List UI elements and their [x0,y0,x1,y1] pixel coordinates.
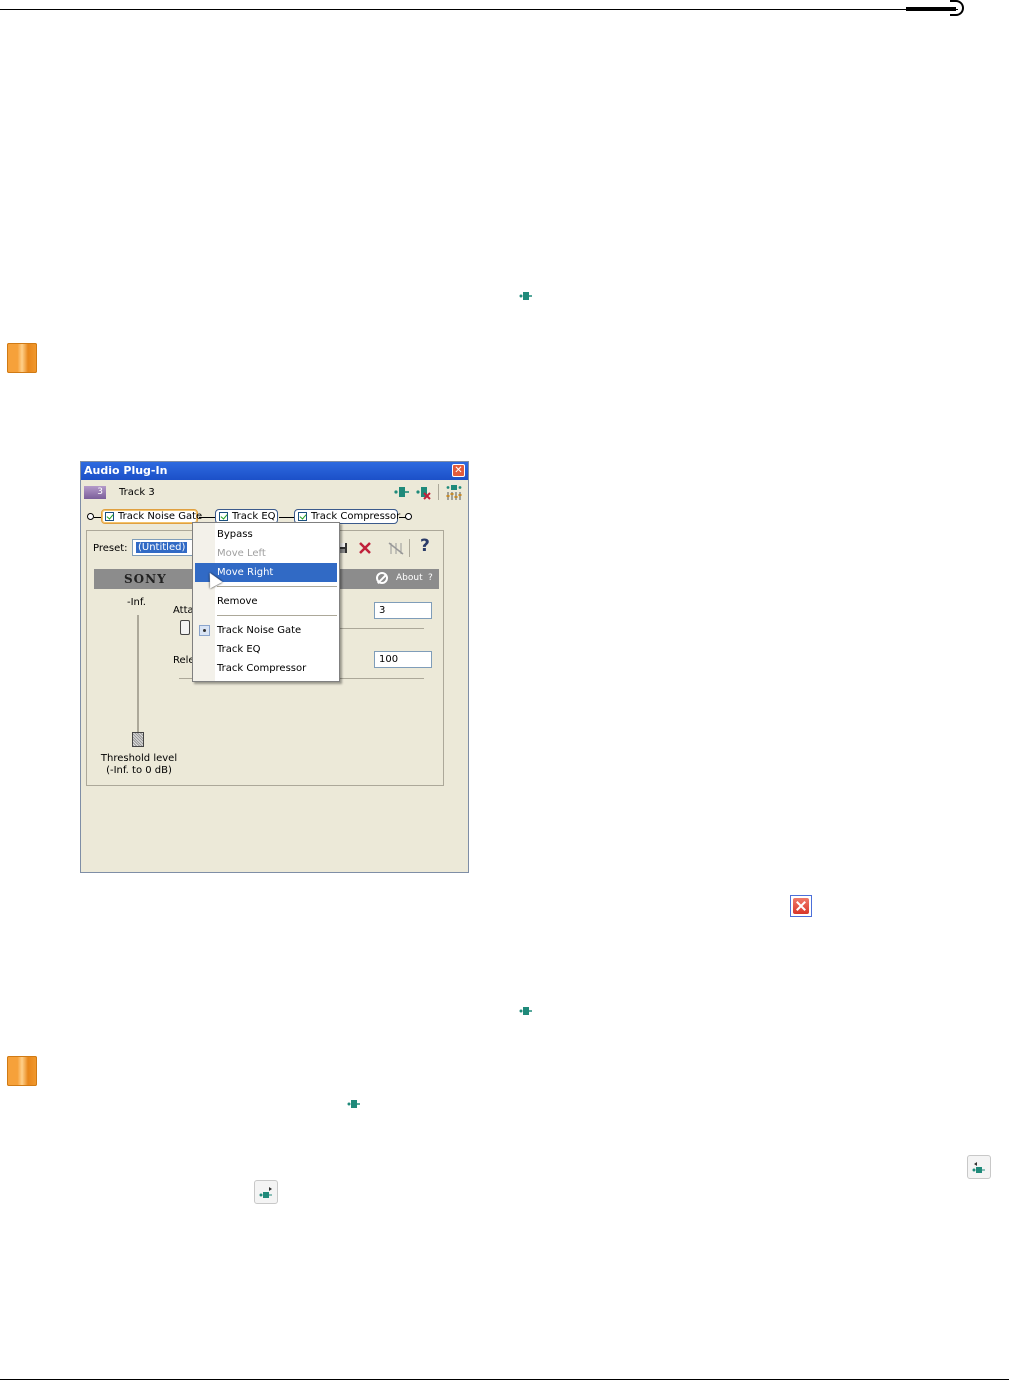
menu-item-plugin-noise-gate[interactable]: Track Noise Gate [193,621,339,640]
plugin-chain-button[interactable] [394,486,410,498]
bypass-icon[interactable] [376,572,388,584]
plugin-chain-icon [519,292,532,300]
plugin-label: Track Compressor [311,511,401,522]
sony-logo: SONY [124,572,167,586]
plugin-label: Track Noise Gate [118,511,203,522]
menu-item-plugin-eq[interactable]: Track EQ [193,640,339,659]
close-icon [790,895,812,917]
note-icon [7,1056,37,1086]
menu-item-move-left[interactable]: Move Left [193,544,339,563]
menu-item-remove[interactable]: Remove [193,592,339,611]
selected-radio-icon [199,625,210,636]
plugin-chain-icon [347,1100,360,1108]
bypass-toggle-icon[interactable] [388,541,404,555]
threshold-label-line2: (-Inf. to 0 dB) [106,765,172,776]
note-icon [7,343,37,373]
plugin-label: Track EQ [232,511,276,522]
threshold-max-label: -Inf. [127,597,146,608]
help-button[interactable]: ? [420,536,430,556]
toolbar-divider [409,539,410,557]
remove-plugin-button[interactable] [416,486,432,500]
plugin-enabled-checkbox[interactable] [219,512,228,521]
chain-start-node [87,513,94,520]
header-rule [0,9,958,10]
about-help[interactable]: ? [428,573,433,583]
menu-item-plugin-compressor[interactable]: Track Compressor [193,659,339,678]
window-close-button[interactable]: ✕ [452,464,465,477]
delete-preset-button[interactable] [358,541,372,555]
menu-item-bypass[interactable]: Bypass [193,525,339,544]
window-title: Audio Plug-In [81,462,468,480]
plugin-chain-icon [519,1007,532,1015]
attack-slider-thumb[interactable] [180,620,190,635]
chain-connector [279,517,294,518]
chain-end-node [405,513,412,520]
move-plugin-left-icon [967,1155,991,1179]
plugin-enabled-checkbox[interactable] [298,512,307,521]
attack-label: Atta [173,605,194,616]
release-input[interactable]: 100 [374,651,432,668]
plugin-enabled-checkbox[interactable] [105,512,114,521]
header-rule-accent [906,7,956,11]
about-link[interactable]: About [396,573,423,583]
chain-plugin-noise-gate[interactable]: Track Noise Gate [101,509,202,524]
menu-separator [217,615,337,616]
header-curl [950,0,964,16]
threshold-slider-thumb[interactable] [132,732,144,747]
threshold-slider-track [137,615,139,737]
mixer-icon[interactable] [445,484,463,501]
threshold-label: Threshold level (-Inf. to 0 dB) [87,753,191,777]
attack-input[interactable]: 3 [374,602,432,619]
plugin-context-menu: Bypass Move Left Move Right Remove Track… [192,522,340,682]
track-number-badge: 3 [84,486,106,499]
track-name: Track 3 [119,487,155,498]
preset-value: (Untitled) [136,542,188,553]
threshold-label-line1: Threshold level [100,753,178,764]
attack-slider-track [327,628,424,629]
chain-connector [199,517,215,518]
toolbar-divider [438,484,439,500]
preset-label: Preset: [93,543,128,554]
menu-separator [217,586,337,587]
menu-item-label: Track Noise Gate [217,625,302,636]
move-plugin-right-icon [254,1180,278,1204]
